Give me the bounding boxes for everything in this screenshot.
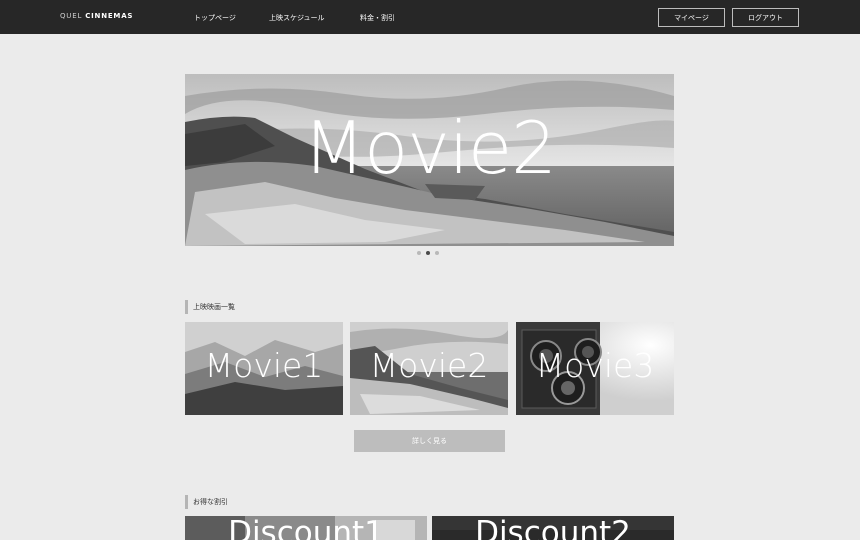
nav-link-pricing[interactable]: 料金・割引 bbox=[360, 13, 395, 23]
nav-link-schedule[interactable]: 上映スケジュール bbox=[269, 13, 325, 23]
section-title: お得な割引 bbox=[193, 498, 228, 506]
section-heading-discounts: お得な割引 bbox=[185, 495, 228, 509]
site-logo[interactable]: QUEL CINNEMAS bbox=[60, 12, 133, 20]
section-heading-now-showing: 上映映画一覧 bbox=[185, 300, 235, 314]
movie-card-2[interactable]: Movie2 bbox=[350, 322, 508, 415]
mypage-button[interactable]: マイページ bbox=[658, 8, 725, 27]
movie-card-3[interactable]: Movie3 bbox=[516, 322, 674, 415]
logout-button[interactable]: ログアウト bbox=[732, 8, 799, 27]
carousel-dot-2[interactable] bbox=[426, 251, 430, 255]
top-nav-bar: QUEL CINNEMAS トップページ 上映スケジュール 料金・割引 マイペー… bbox=[0, 0, 860, 34]
section-marker bbox=[185, 495, 188, 509]
nav-link-top-page[interactable]: トップページ bbox=[194, 13, 236, 23]
hero-carousel-slide[interactable]: Movie2 bbox=[185, 74, 674, 246]
section-title: 上映映画一覧 bbox=[193, 303, 235, 311]
view-more-button[interactable]: 詳しく見る bbox=[354, 430, 505, 452]
discount-card-1[interactable]: Discount1 bbox=[185, 516, 427, 540]
carousel-dots bbox=[417, 251, 439, 255]
movie-card-title: Movie3 bbox=[535, 346, 655, 385]
hero-title: Movie2 bbox=[303, 106, 557, 190]
logo-text-light: QUEL bbox=[60, 12, 83, 20]
logo-text-bold: CINNEMAS bbox=[85, 12, 134, 20]
carousel-dot-1[interactable] bbox=[417, 251, 421, 255]
discount-title: Discount1 bbox=[228, 516, 384, 540]
discount-card-2[interactable]: Discount2 bbox=[432, 516, 674, 540]
section-marker bbox=[185, 300, 188, 314]
carousel-dot-3[interactable] bbox=[435, 251, 439, 255]
movie-card-title: Movie2 bbox=[369, 346, 489, 385]
movie-card-title: Movie1 bbox=[204, 346, 324, 385]
movie-card-1[interactable]: Movie1 bbox=[185, 322, 343, 415]
discount-title: Discount2 bbox=[475, 516, 631, 540]
